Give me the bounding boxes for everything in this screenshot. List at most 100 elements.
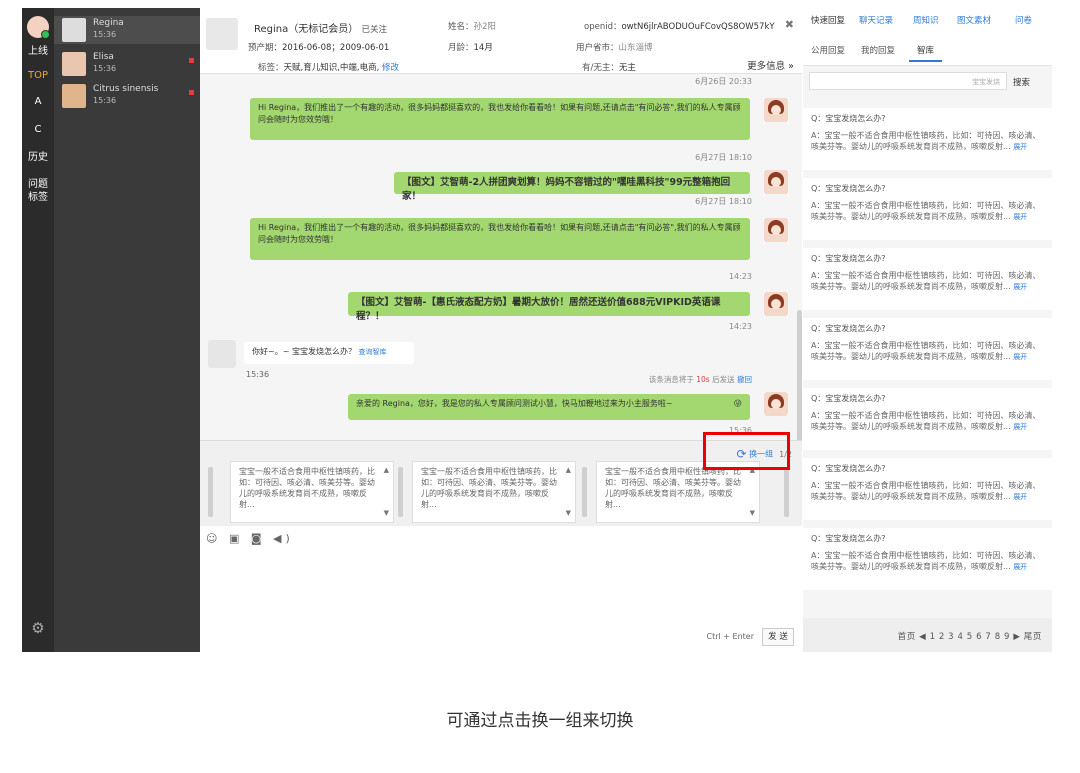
customer-tags: 标签：天赋,育儿知识,中端,电商, 修改 bbox=[258, 63, 400, 73]
expand-link[interactable]: 展开 bbox=[1013, 283, 1027, 291]
qa-item[interactable]: Q：宝宝发烧怎么办? A：宝宝一般不适合食用中枢性镇咳药，比如：可待因、咳必清、咳… bbox=[803, 454, 1052, 520]
search-button[interactable]: 搜索 bbox=[1013, 76, 1030, 88]
contact-item[interactable]: Citrus sinensis 15:36 bbox=[54, 82, 200, 110]
expand-link[interactable]: 展开 bbox=[1013, 213, 1027, 221]
suggestion-card[interactable]: 宝宝一般不适合食用中枢性镇咳药，比如：可待因、咳必清、咳美芬等。婴幼儿的呼吸系统… bbox=[412, 461, 576, 523]
owner-status: 有/无主：无主 bbox=[582, 63, 636, 73]
qa-item[interactable]: Q：宝宝发烧怎么办? A：宝宝一般不适合食用中枢性镇咳药，比如：可待因、咳必清、咳… bbox=[803, 384, 1052, 450]
input-area[interactable]: ☺ ▣ ◙ ◀) Ctrl + Enter 发 送 bbox=[200, 526, 802, 652]
send-button[interactable]: 发 送 bbox=[762, 628, 794, 646]
highlight-box bbox=[703, 432, 790, 470]
agent-avatar bbox=[764, 292, 788, 316]
agent-message: Hi Regina，我们推出了一个有趣的活动，很多妈妈都挺喜欢的，我也发给你看看… bbox=[250, 218, 750, 260]
edit-tags-link[interactable]: 修改 bbox=[382, 63, 399, 73]
chat-header: Regina（无标记会员） 已关注 预产期：2016-06-08；2009-06… bbox=[200, 8, 802, 74]
customer-name: Regina（无标记会员） 已关注 bbox=[254, 24, 387, 35]
subtab-library[interactable]: 智库 bbox=[909, 44, 943, 62]
right-panel: 快速回复 聊天记录 周知识 图文素材 问卷 公用回复 我的回复 智库 宝宝发烧 … bbox=[803, 8, 1052, 652]
agent-avatar bbox=[764, 98, 788, 122]
expand-link[interactable]: 展开 bbox=[1013, 423, 1027, 431]
rail-online[interactable]: 上线 bbox=[22, 46, 54, 58]
qa-item[interactable]: Q：宝宝发烧怎么办? A：宝宝一般不适合食用中枢性镇咳药，比如：可待因、咳必清、咳… bbox=[803, 314, 1052, 380]
send-hint: Ctrl + Enter bbox=[706, 632, 755, 641]
tab-quick-reply[interactable]: 快速回复 bbox=[811, 14, 845, 26]
top-tabs: 快速回复 聊天记录 周知识 图文素材 问卷 bbox=[803, 8, 1052, 30]
rail-history[interactable]: 历史 bbox=[22, 152, 54, 164]
tab-chat-history[interactable]: 聊天记录 bbox=[859, 14, 893, 26]
expand-link[interactable]: 展开 bbox=[1013, 353, 1027, 361]
expand-link[interactable]: 展开 bbox=[1013, 563, 1027, 571]
card-scrollbar[interactable] bbox=[784, 467, 789, 517]
scroll-down-icon[interactable]: ▼ bbox=[750, 508, 755, 519]
expand-link[interactable]: 展开 bbox=[1013, 143, 1027, 151]
contact-name: Elisa bbox=[93, 52, 114, 62]
close-icon[interactable]: ✖ bbox=[785, 18, 794, 31]
input-toolbar[interactable]: ☺ ▣ ◙ ◀) bbox=[206, 532, 294, 545]
suggestion-card[interactable]: 宝宝一般不适合食用中枢性镇咳药，比如：可待因、咳必清、咳美芬等。婴幼儿的呼吸系统… bbox=[596, 461, 760, 523]
baby-age: 月龄：14月 bbox=[448, 43, 493, 53]
customer-message: 你好~。~ 宝宝发烧怎么办？ 查询智库 bbox=[244, 342, 414, 364]
agent-article-message[interactable]: 【图文】艾智萌-2人拼团爽划算！妈妈不容错过的"嘿哇黑科技"99元整箱抱回家！ bbox=[394, 172, 750, 202]
tab-survey[interactable]: 问卷 bbox=[1015, 14, 1032, 26]
my-avatar[interactable] bbox=[27, 16, 50, 39]
caption: 可通过点击换一组来切换 bbox=[446, 711, 634, 731]
query-library-link[interactable]: 查询智库 bbox=[359, 348, 387, 356]
contact-name: Regina bbox=[93, 18, 124, 28]
library-search-input[interactable]: 宝宝发烧 bbox=[809, 72, 1007, 90]
rail-question[interactable]: 问题 bbox=[22, 179, 54, 191]
message-time: 6月27日 18:10 bbox=[695, 153, 752, 162]
contact-time: 15:36 bbox=[93, 30, 117, 39]
scroll-down-icon[interactable]: ▼ bbox=[566, 508, 571, 519]
qa-item[interactable]: Q：宝宝发烧怎么办? A：宝宝一般不适合食用中枢性镇咳药，比如：可待因、咳必清、咳… bbox=[803, 174, 1052, 240]
card-scrollbar[interactable] bbox=[582, 467, 587, 517]
pagination: 首页 ◀ 1 2 3 4 5 6 7 8 9 ▶ 尾页 bbox=[803, 618, 1052, 652]
pagination-links[interactable]: 首页 ◀ 1 2 3 4 5 6 7 8 9 ▶ 尾页 bbox=[898, 630, 1042, 642]
rail-a[interactable]: A bbox=[22, 96, 54, 108]
qa-item[interactable]: Q：宝宝发烧怎么办? A：宝宝一般不适合食用中枢性镇咳药，比如：可待因、咳必清、咳… bbox=[803, 244, 1052, 310]
expand-link[interactable]: 展开 bbox=[1013, 493, 1027, 501]
agent-avatar bbox=[764, 170, 788, 194]
message-list: 6月26日 20:33 Hi Regina，我们推出了一个有趣的活动，很多妈妈都… bbox=[200, 74, 802, 440]
rail-c[interactable]: C bbox=[22, 124, 54, 136]
rail-tags[interactable]: 标签 bbox=[22, 192, 54, 204]
message-scrollbar[interactable] bbox=[797, 310, 802, 440]
suggestion-card[interactable]: 宝宝一般不适合食用中枢性镇咳药，比如：可待因、咳必清、咳美芬等。婴幼儿的呼吸系统… bbox=[230, 461, 394, 523]
contact-list: Regina 15:36 Elisa 15:36 Citrus sinensis… bbox=[54, 8, 200, 652]
message-time: 15:36 bbox=[246, 370, 270, 379]
card-scrollbar[interactable] bbox=[398, 467, 403, 517]
contact-avatar bbox=[62, 18, 86, 42]
emoji-icon: 😜 bbox=[733, 399, 742, 408]
card-scrollbar[interactable] bbox=[208, 467, 213, 517]
scroll-up-icon[interactable]: ▲ bbox=[566, 465, 571, 476]
tab-articles[interactable]: 图文素材 bbox=[957, 14, 991, 26]
gear-icon[interactable]: ⚙ bbox=[30, 620, 46, 636]
scroll-up-icon[interactable]: ▲ bbox=[384, 465, 389, 476]
due-date: 预产期：2016-06-08；2009-06-01 bbox=[248, 43, 390, 53]
agent-article-message[interactable]: 【图文】艾智萌-【惠氏液态配方奶】暑期大放价！居然还送价值688元VIPKID英… bbox=[348, 292, 750, 322]
qa-item[interactable]: Q：宝宝发烧怎么办? A：宝宝一般不适合食用中枢性镇咳药，比如：可待因、咳必清、咳… bbox=[803, 524, 1052, 590]
tab-weekly-knowledge[interactable]: 周知识 bbox=[913, 14, 939, 26]
contact-avatar bbox=[62, 52, 86, 76]
rail-top[interactable]: TOP bbox=[22, 70, 54, 82]
contact-time: 15:36 bbox=[93, 64, 117, 73]
left-rail: 上线 TOP A C 历史 问题 标签 ⚙ bbox=[22, 8, 54, 652]
search-placeholder: 宝宝发烧 bbox=[972, 78, 1000, 86]
agent-avatar bbox=[764, 218, 788, 242]
qa-item[interactable]: Q：宝宝发烧怎么办? A：宝宝一般不适合食用中枢性镇咳药，比如：可待因、咳必清、咳… bbox=[803, 104, 1052, 170]
openid: openid：owtN6jlrABODUOuFCovQS8OW57kY bbox=[584, 22, 775, 32]
customer-avatar bbox=[206, 18, 238, 50]
subtab-mine[interactable]: 我的回复 bbox=[861, 44, 895, 56]
more-info-link[interactable]: 更多信息 » bbox=[747, 58, 794, 72]
unread-badge bbox=[189, 58, 194, 63]
cancel-send-link[interactable]: 撤回 bbox=[737, 375, 752, 384]
unread-badge bbox=[189, 90, 194, 95]
scroll-down-icon[interactable]: ▼ bbox=[384, 508, 389, 519]
subtab-public[interactable]: 公用回复 bbox=[811, 44, 845, 56]
message-time: 14:23 bbox=[728, 322, 752, 331]
chat-panel: Regina（无标记会员） 已关注 预产期：2016-06-08；2009-06… bbox=[200, 8, 802, 652]
sub-tabs: 公用回复 我的回复 智库 bbox=[803, 30, 1052, 66]
contact-avatar bbox=[62, 84, 86, 108]
contact-item[interactable]: Elisa 15:36 bbox=[54, 50, 200, 78]
contact-time: 15:36 bbox=[93, 96, 117, 105]
contact-item[interactable]: Regina 15:36 bbox=[54, 16, 200, 44]
